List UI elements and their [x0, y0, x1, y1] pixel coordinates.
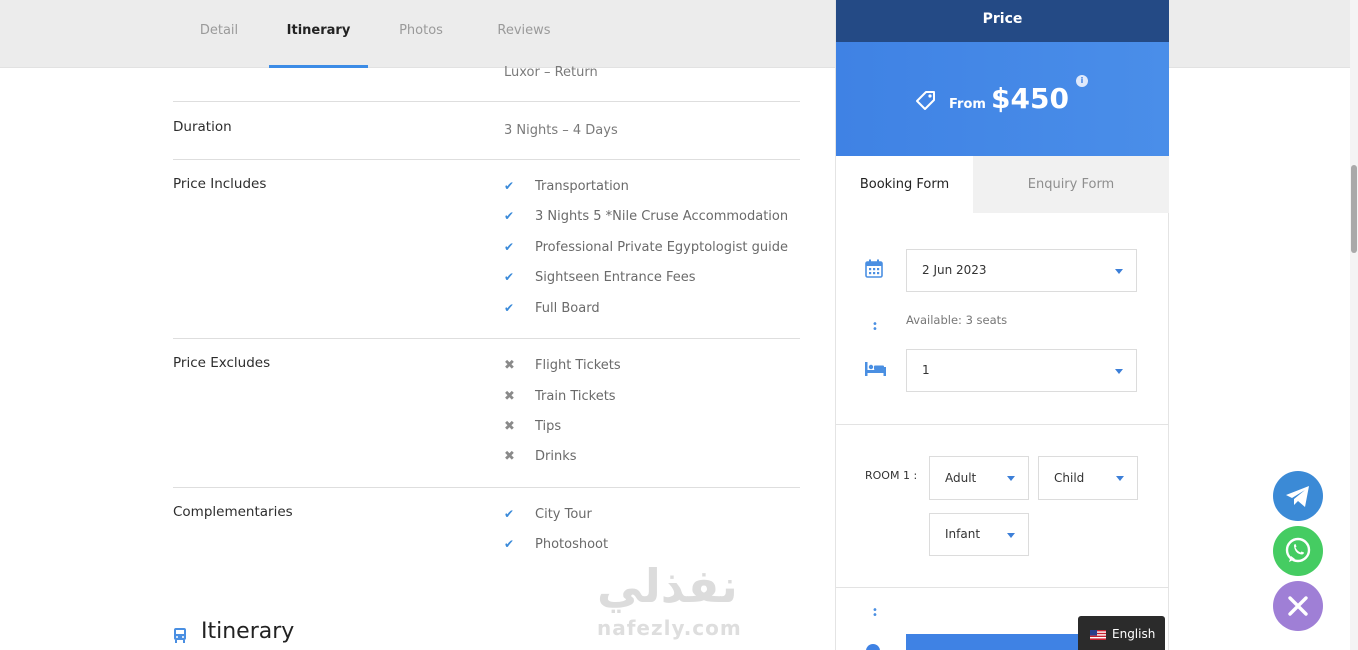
calendar-icon	[865, 259, 883, 278]
quantity-value: 1	[922, 363, 930, 377]
watermark-latin: nafezly.com	[597, 616, 742, 640]
tab-itinerary[interactable]: Itinerary	[269, 0, 368, 68]
duration-value: 3 Nights – 4 Days	[504, 123, 618, 138]
scrollbar[interactable]	[1350, 0, 1358, 650]
itinerary-heading: Itinerary	[201, 619, 295, 644]
telegram-icon	[1286, 486, 1309, 507]
check-icon: ✔	[504, 301, 515, 315]
date-select[interactable]: 2 Jun 2023	[906, 249, 1137, 292]
scrollbar-thumb[interactable]	[1351, 165, 1357, 253]
divider	[836, 587, 1169, 588]
detail-row-price-includes: Price Includes ✔ Transportation ✔ 3 Nights…	[173, 160, 800, 339]
booking-sidebar: Price From $450 i Booking Form Enquiry F…	[835, 0, 1169, 650]
chevron-down-icon	[1007, 532, 1015, 538]
chevron-down-icon	[1115, 368, 1123, 374]
room-label: ROOM 1 :	[865, 469, 918, 482]
check-icon: ✔	[504, 507, 515, 521]
price-box: From $450 i	[836, 42, 1169, 156]
dots-icon: • •	[872, 605, 878, 621]
bed-icon	[865, 362, 886, 376]
infant-select[interactable]: Infant	[929, 513, 1029, 556]
tab-reviews[interactable]: Reviews	[480, 0, 568, 68]
detail-row-route: Luxor – Return	[173, 65, 800, 102]
price-excludes-label: Price Excludes	[173, 355, 271, 371]
from-label: From	[949, 97, 986, 112]
chevron-down-icon	[1115, 268, 1123, 274]
price-includes-label: Price Includes	[173, 176, 267, 192]
cross-icon: ✖	[504, 389, 515, 404]
duration-label: Duration	[173, 119, 232, 135]
chevron-down-icon	[1007, 476, 1015, 481]
price-header: Price	[836, 0, 1169, 42]
date-value: 2 Jun 2023	[922, 263, 987, 277]
tab-enquiry-form[interactable]: Enquiry Form	[973, 156, 1169, 213]
watermark-arabic: نفذلي	[597, 559, 738, 613]
check-icon: ✔	[504, 179, 515, 193]
check-icon: ✔	[504, 270, 515, 284]
check-icon: ✔	[504, 209, 515, 223]
price-tag-icon	[916, 91, 935, 110]
detail-row-duration: Duration 3 Nights – 4 Days	[173, 102, 800, 160]
chevron-down-icon	[1116, 476, 1124, 481]
submit-button[interactable]	[906, 634, 1081, 650]
close-icon	[1288, 596, 1308, 616]
check-icon: ✔	[504, 240, 515, 254]
tab-photos[interactable]: Photos	[380, 0, 462, 68]
adult-select[interactable]: Adult	[929, 456, 1029, 500]
tab-booking-form[interactable]: Booking Form	[836, 156, 973, 213]
quantity-select[interactable]: 1	[906, 349, 1137, 392]
close-button[interactable]	[1273, 581, 1323, 631]
status-dot	[866, 644, 880, 650]
cross-icon: ✖	[504, 419, 515, 434]
cross-icon: ✖	[504, 449, 515, 464]
language-switcher[interactable]: English	[1078, 616, 1165, 650]
whatsapp-icon	[1285, 537, 1311, 563]
tab-detail[interactable]: Detail	[174, 0, 264, 68]
child-select[interactable]: Child	[1038, 456, 1138, 500]
dots-icon: • •	[872, 319, 878, 335]
price-value: $450	[991, 82, 1069, 115]
adult-label: Adult	[945, 471, 977, 485]
availability-text: Available: 3 seats	[906, 313, 1008, 327]
info-icon[interactable]: i	[1076, 75, 1088, 87]
complementaries-label: Complementaries	[173, 504, 293, 520]
divider	[836, 424, 1169, 425]
detail-row-price-excludes: Price Excludes ✖ Flight Tickets ✖ Train Ti…	[173, 339, 800, 488]
bus-icon	[174, 628, 186, 643]
check-icon: ✔	[504, 537, 515, 551]
whatsapp-button[interactable]	[1273, 526, 1323, 576]
route-value: Luxor – Return	[504, 65, 598, 80]
telegram-button[interactable]	[1273, 471, 1323, 521]
cross-icon: ✖	[504, 358, 515, 373]
infant-label: Infant	[945, 527, 981, 541]
child-label: Child	[1054, 471, 1085, 485]
watermark: نفذلي nafezly.com	[597, 560, 742, 640]
us-flag-icon	[1090, 630, 1106, 640]
language-label: English	[1112, 627, 1156, 641]
form-tabs: Booking Form Enquiry Form	[836, 156, 1169, 213]
